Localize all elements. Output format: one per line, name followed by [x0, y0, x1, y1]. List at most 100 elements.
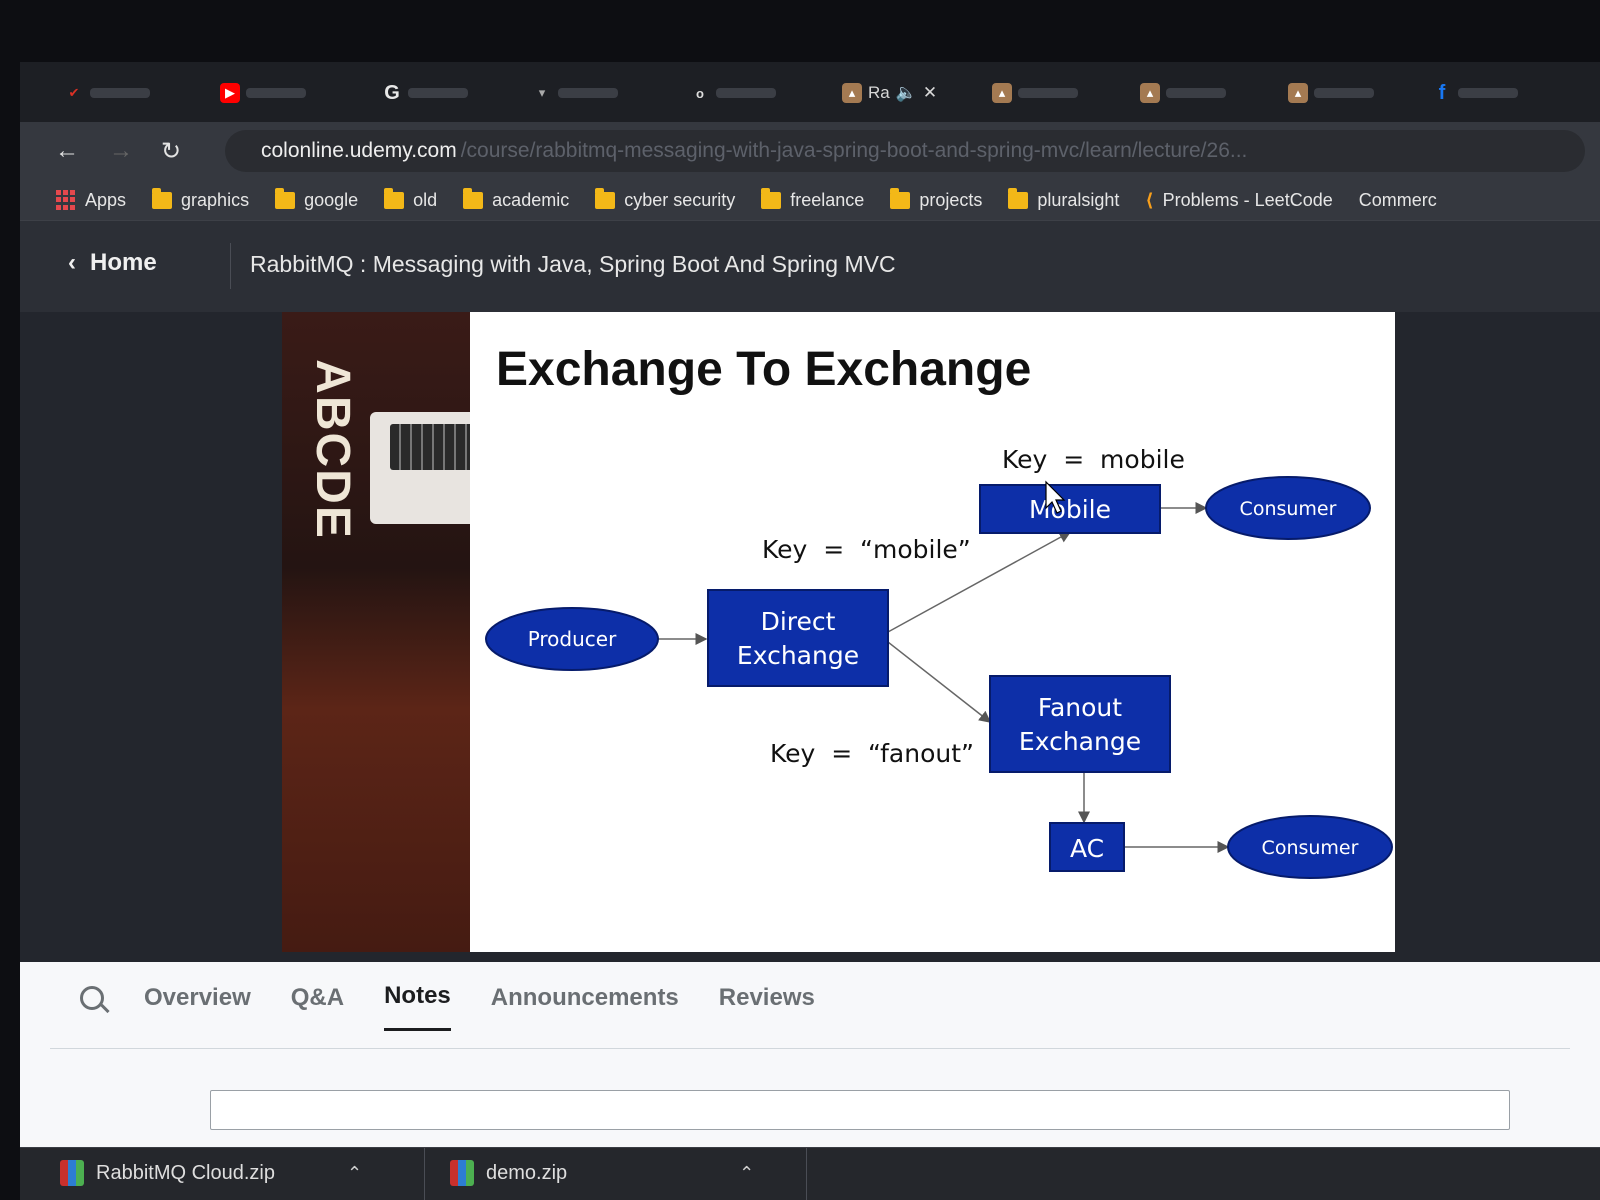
- bookmark-folder[interactable]: google: [275, 187, 359, 211]
- exchange-diagram: Producer Direct Exchange Mobile Fanout E…: [485, 445, 1393, 879]
- consumer-bottom-label: Consumer: [1262, 837, 1359, 859]
- chevron-up-icon[interactable]: ⌃: [739, 1163, 754, 1184]
- key-label-mobile: Key = mobile: [1002, 445, 1185, 474]
- producer-label: Producer: [528, 627, 617, 651]
- download-filename: RabbitMQ Cloud.zip: [96, 1161, 275, 1184]
- download-item[interactable]: RabbitMQ Cloud.zip ⌃: [60, 1160, 362, 1186]
- tab-generic[interactable]: o: [690, 76, 776, 110]
- bookmark-folder[interactable]: cyber security: [595, 187, 735, 211]
- tab-announcements[interactable]: Announcements: [491, 984, 679, 1030]
- browser-toolbar: ← → ↻ colonline.udemy.com /course/rabbit…: [20, 122, 1600, 180]
- tabs-divider: [50, 1048, 1570, 1049]
- download-separator: [424, 1148, 425, 1200]
- search-icon[interactable]: [80, 985, 104, 1010]
- webcam-sign-text: ABCDE: [305, 359, 359, 540]
- download-shelf: RabbitMQ Cloud.zip ⌃ demo.zip ⌃: [20, 1147, 1600, 1200]
- udemy-icon: ▴: [842, 83, 862, 103]
- key-label-fanout-quoted: Key = “fanout”: [770, 739, 974, 768]
- download-separator: [806, 1148, 807, 1200]
- leetcode-icon: ⟨: [1145, 189, 1154, 210]
- apps-grid-icon: [56, 190, 76, 210]
- bookmark-label: Problems - LeetCode: [1162, 189, 1333, 210]
- instructor-webcam: ABCDE: [282, 312, 482, 952]
- close-icon[interactable]: ✕: [923, 83, 937, 103]
- tab-label: Ra: [868, 83, 890, 102]
- tab-udemy[interactable]: ▴: [992, 76, 1078, 110]
- tab-qa[interactable]: Q&A: [291, 984, 344, 1030]
- tab-notes[interactable]: Notes: [384, 982, 451, 1031]
- tab-generic[interactable]: ▾: [532, 76, 618, 110]
- folder-icon: [761, 187, 782, 209]
- home-link[interactable]: ‹ Home: [68, 249, 157, 277]
- bookmark-label: old: [413, 189, 438, 210]
- bookmark-label: freelance: [790, 189, 865, 210]
- tab-icon: o: [696, 85, 704, 101]
- bookmark-folder[interactable]: pluralsight: [1008, 187, 1120, 211]
- reload-icon[interactable]: ↻: [156, 136, 186, 166]
- download-item[interactable]: demo.zip ⌃: [450, 1160, 754, 1186]
- chevron-up-icon[interactable]: ⌃: [347, 1163, 362, 1184]
- bookmark-folder[interactable]: graphics: [152, 187, 250, 211]
- video-player[interactable]: ABCDE Exchange To Exchange Producer Dire…: [20, 312, 1600, 962]
- facebook-icon: f: [1438, 81, 1446, 104]
- tab-reviews[interactable]: Reviews: [719, 984, 815, 1030]
- notes-input[interactable]: [210, 1090, 1510, 1130]
- bookmark-label: Commerc: [1358, 189, 1437, 210]
- bookmarks-bar: Apps graphics google old academic cyber …: [20, 180, 1600, 220]
- folder-icon: [463, 187, 484, 209]
- bookmark-folder[interactable]: freelance: [761, 187, 865, 211]
- udemy-icon: ▴: [1140, 83, 1160, 103]
- direct-exchange-node: [707, 589, 889, 687]
- ac-queue-label: AC: [1070, 834, 1104, 863]
- tab-google[interactable]: G: [382, 76, 468, 110]
- folder-icon: [275, 187, 296, 209]
- bookmark-folder[interactable]: projects: [890, 187, 982, 211]
- edge-direct-fanout: [887, 641, 992, 723]
- zip-file-icon: [60, 1160, 84, 1186]
- home-label: Home: [90, 249, 157, 276]
- address-bar[interactable]: colonline.udemy.com /course/rabbitmq-mes…: [225, 130, 1585, 172]
- zip-file-icon: [450, 1160, 474, 1186]
- tab-gmail[interactable]: ✔: [64, 76, 150, 110]
- tab-icon: ▾: [538, 85, 546, 100]
- bookmark-folder[interactable]: academic: [463, 187, 570, 211]
- key-label-mobile-quoted: Key = “mobile”: [762, 535, 971, 564]
- bookmark-label: pluralsight: [1037, 189, 1120, 210]
- header-divider: [230, 243, 231, 289]
- folder-icon: [152, 187, 173, 209]
- course-tabs: Overview Q&A Notes Announcements Reviews: [80, 982, 815, 1031]
- bookmark-folder[interactable]: old: [384, 187, 438, 211]
- bookmark-more[interactable]: Commerc: [1359, 190, 1437, 211]
- bookmark-leetcode[interactable]: ⟨ Problems - LeetCode: [1145, 190, 1332, 211]
- url-host: colonline.udemy.com: [261, 139, 457, 162]
- speaker-icon[interactable]: 🔈: [896, 83, 917, 103]
- bookmark-label: google: [304, 189, 359, 210]
- chevron-left-icon: ‹: [68, 249, 76, 276]
- back-arrow-icon[interactable]: ←: [52, 136, 82, 166]
- monitor-screen: ✔ ▶ G ▾ o ▴ Ra 🔈 ✕ ▴ ▴ ▴ f ← → ↻ colonli…: [20, 62, 1600, 1200]
- tab-youtube[interactable]: ▶: [220, 76, 306, 110]
- direct-exchange-label-line1: Direct: [761, 607, 836, 636]
- tab-udemy[interactable]: ▴: [1288, 76, 1374, 110]
- gmail-icon: ✔: [68, 85, 80, 100]
- udemy-icon: ▴: [1288, 83, 1308, 103]
- folder-icon: [595, 187, 616, 209]
- download-filename: demo.zip: [486, 1161, 568, 1184]
- tab-facebook[interactable]: f: [1432, 76, 1518, 110]
- folder-icon: [384, 187, 405, 209]
- browser-tab-strip: ✔ ▶ G ▾ o ▴ Ra 🔈 ✕ ▴ ▴ ▴ f: [20, 62, 1600, 122]
- tab-udemy-active[interactable]: ▴ Ra 🔈 ✕: [842, 76, 937, 110]
- bookmark-label: graphics: [181, 189, 250, 210]
- tab-overview[interactable]: Overview: [144, 984, 251, 1030]
- bookmark-apps[interactable]: Apps: [56, 190, 126, 211]
- laptop-image: [370, 412, 482, 524]
- bookmark-label: academic: [492, 189, 570, 210]
- tab-udemy[interactable]: ▴: [1140, 76, 1226, 110]
- course-header: ‹ Home RabbitMQ : Messaging with Java, S…: [20, 220, 1600, 312]
- udemy-icon: ▴: [992, 83, 1012, 103]
- mobile-queue-label: Mobile: [1029, 495, 1111, 524]
- fanout-exchange-label-line2: Exchange: [1019, 727, 1141, 756]
- fanout-exchange-node: [989, 675, 1171, 773]
- forward-arrow-icon[interactable]: →: [106, 136, 136, 166]
- fanout-exchange-label-line1: Fanout: [1038, 693, 1122, 722]
